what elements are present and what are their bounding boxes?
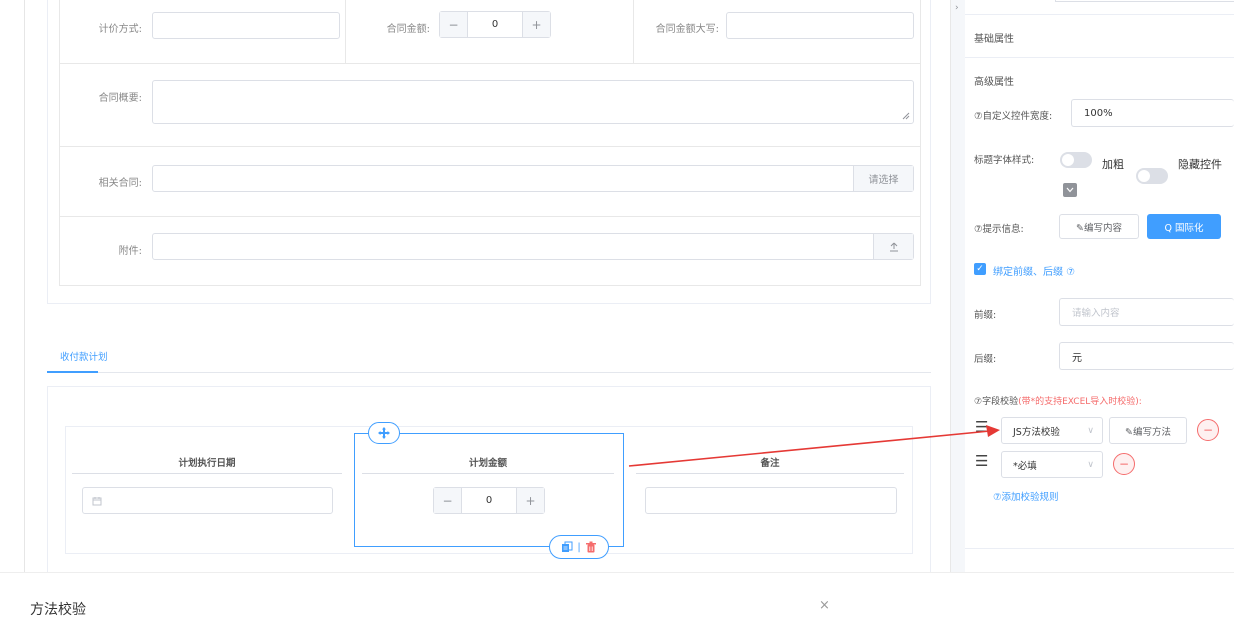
dialog-title: 方法校验 [30,602,86,618]
arrow-line [628,430,991,467]
dialog-top-border [0,572,1234,573]
annotation-arrow [628,425,1000,467]
arrow-head [986,425,1000,437]
close-icon[interactable]: × [819,598,830,613]
